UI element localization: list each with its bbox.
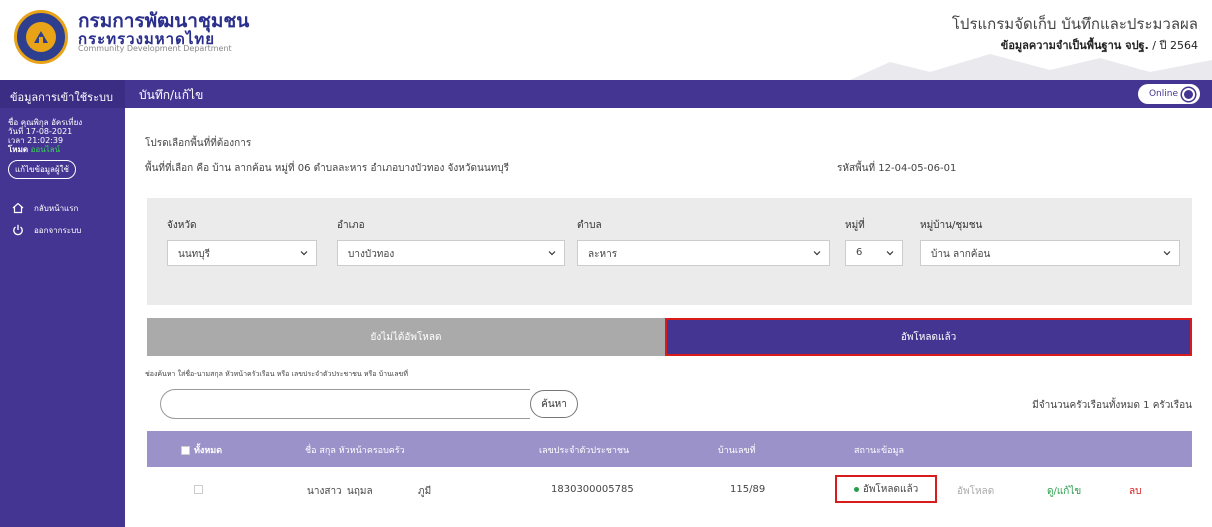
col-header-id: เลขประจำตัวประชาชน	[539, 446, 630, 456]
login-time: เวลา 21:02:39	[8, 136, 64, 145]
cell-last-name: ภูมี	[418, 486, 432, 497]
page-title: บันทึก/แก้ไข	[139, 88, 204, 102]
app-header: กรมการพัฒนาชุมชน กระทรวงมหาดไทย Communit…	[0, 0, 1212, 80]
subdistrict-select[interactable]: ละหาร	[577, 240, 830, 266]
cell-title: นางสาว	[307, 486, 342, 497]
mode-row: โหมด ออนไลน์	[8, 145, 61, 154]
status-dot-icon	[853, 486, 859, 492]
delete-link[interactable]: ลบ	[1129, 484, 1141, 499]
chevron-down-icon	[886, 251, 894, 256]
area-code: รหัสพื้นที่ 12-04-05-06-01	[837, 163, 957, 174]
col-header-house-no: บ้านเลขที่	[718, 446, 756, 456]
area-prompt: โปรดเลือกพื้นที่ที่ต้องการ	[145, 138, 252, 149]
sidebar-item-home[interactable]: กลับหน้าแรก	[0, 197, 125, 219]
user-info: ชื่อ คุณพิกุล อัครเที่ยง วันที่ 17-08-20…	[0, 108, 125, 154]
main-content: โปรดเลือกพื้นที่ที่ต้องการ พื้นที่ที่เลื…	[125, 108, 1212, 527]
department-logo	[14, 10, 68, 64]
status-badge: อัพโหลดแล้ว	[835, 475, 937, 503]
cell-first-name: นฤมล	[347, 486, 373, 497]
subdistrict-label: ตำบล	[577, 220, 602, 231]
page-topbar: บันทึก/แก้ไข Online	[125, 80, 1212, 108]
cell-id: 1830300005785	[551, 484, 634, 495]
tab-not-uploaded[interactable]: ยังไม่ได้อัพโหลด	[147, 318, 665, 356]
select-all-checkbox[interactable]: ทั้งหมด	[181, 443, 222, 457]
chevron-down-icon	[813, 251, 821, 256]
view-edit-link[interactable]: ดู/แก้ไข	[1047, 484, 1081, 499]
moo-select[interactable]: 6	[845, 240, 903, 266]
search-input[interactable]	[160, 389, 530, 419]
row-checkbox[interactable]	[194, 485, 207, 497]
province-select[interactable]: นนทบุรี	[167, 240, 317, 266]
program-title: โปรแกรมจัดเก็บ บันทึกและประมวลผล	[951, 15, 1198, 33]
cell-house-no: 115/89	[730, 484, 766, 495]
district-label: อำเภอ	[337, 220, 365, 231]
sidebar-title: ข้อมูลการเข้าใช้ระบบ	[0, 80, 125, 108]
table-row: นางสาว นฤมล ภูมี 1830300005785 115/89 อั…	[147, 467, 1192, 513]
household-count: มีจำนวนครัวเรือนทั้งหมด 1 ครัวเรือน	[1032, 400, 1192, 411]
selected-area: พื้นที่ที่เลือก คือ บ้าน ลากค้อน หมู่ที่…	[145, 163, 509, 174]
sidebar: ข้อมูลการเข้าใช้ระบบ ชื่อ คุณพิกุล อัครเ…	[0, 80, 125, 527]
village-select[interactable]: บ้าน ลากค้อน	[920, 240, 1180, 266]
search-hint: ช่องค้นหา ใส่ชื่อ-นามสกุล หัวหน้าครัวเรื…	[145, 370, 408, 378]
upload-link[interactable]: อัพโหลด	[957, 484, 994, 499]
search-button[interactable]: ค้นหา	[530, 390, 578, 418]
village-label: หมู่บ้าน/ชุมชน	[920, 220, 983, 231]
power-icon	[13, 224, 23, 236]
org-name-en: Community Development Department	[78, 44, 232, 53]
sidebar-item-label: ออกจากระบบ	[34, 225, 82, 235]
checkbox-icon	[181, 445, 190, 455]
district-select[interactable]: บางบัวทอง	[337, 240, 565, 266]
online-toggle[interactable]: Online	[1138, 84, 1200, 104]
home-icon	[12, 202, 24, 214]
mode-value: ออนไลน์	[30, 145, 61, 154]
program-subtitle: ข้อมูลความจำเป็นพื้นฐาน จปฐ. / ปี 2564	[1000, 39, 1198, 52]
chevron-down-icon	[548, 251, 556, 256]
login-date: วันที่ 17-08-2021	[8, 127, 73, 136]
sidebar-item-logout[interactable]: ออกจากระบบ	[0, 219, 125, 241]
logo-emblem-icon	[26, 22, 56, 52]
online-label: Online	[1148, 89, 1178, 99]
table-header: ทั้งหมด ชื่อ สกุล หัวหน้าครอบครัว เลขประ…	[147, 431, 1192, 467]
col-header-status: สถานะข้อมูล	[854, 446, 904, 456]
tab-uploaded[interactable]: อัพโหลดแล้ว	[665, 318, 1192, 356]
area-filter-panel: จังหวัด นนทบุรี อำเภอ บางบัวทอง ตำบล ละห…	[147, 198, 1192, 305]
chevron-down-icon	[1163, 251, 1171, 256]
moo-label: หมู่ที่	[845, 220, 865, 231]
toggle-knob	[1182, 87, 1195, 101]
col-header-name: ชื่อ สกุล หัวหน้าครอบครัว	[305, 446, 405, 456]
chevron-down-icon	[300, 251, 308, 256]
edit-profile-button[interactable]: แก้ไขข้อมูลผู้ใช้	[8, 160, 76, 179]
header-decoration	[850, 54, 1212, 80]
user-name: ชื่อ คุณพิกุล อัครเที่ยง	[8, 118, 83, 127]
province-label: จังหวัด	[167, 220, 197, 231]
sidebar-item-label: กลับหน้าแรก	[34, 203, 79, 213]
